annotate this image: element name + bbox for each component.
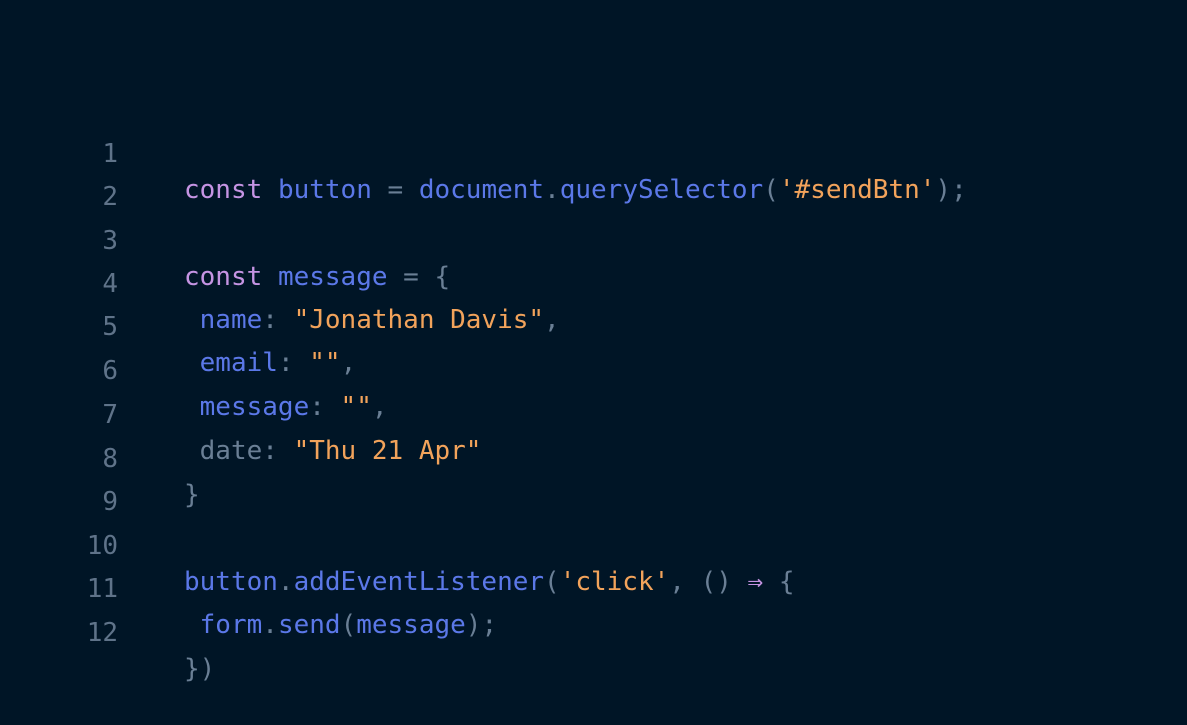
code-text[interactable]: } <box>184 477 200 513</box>
code-token: send <box>277 610 341 640</box>
code-token: ); <box>935 175 967 205</box>
code-text[interactable]: name: "Jonathan Davis", <box>184 302 560 338</box>
code-editor: 1 const button = document.querySelector(… <box>0 0 1187 725</box>
code-token: ); <box>465 610 498 640</box>
code-text[interactable]: form.send(message); <box>184 607 497 643</box>
code-token: "" <box>309 348 341 378</box>
code-text[interactable]: date: "Thu 21 Apr" <box>184 433 482 469</box>
code-token: date <box>199 436 263 466</box>
code-token: . <box>544 175 560 205</box>
code-text[interactable]: const message = { <box>184 259 450 295</box>
code-token: = <box>371 175 419 205</box>
code-text[interactable]: }) <box>184 651 215 687</box>
code-line: 10 button.addEventListener('click', () ⇒… <box>0 492 795 597</box>
code-line: 1 const button = document.querySelector(… <box>0 100 966 205</box>
code-token: . <box>277 567 294 597</box>
code-token: } <box>184 480 200 510</box>
code-token: email <box>199 348 278 378</box>
code-text[interactable]: message: "", <box>184 389 388 425</box>
code-token: "Jonathan Davis" <box>293 305 545 335</box>
code-token: message <box>199 392 310 422</box>
code-token: "" <box>340 392 372 422</box>
code-line: 12 }) <box>0 579 216 684</box>
code-token: addEventListener <box>293 567 545 597</box>
arrow-operator-token: ⇒ <box>747 567 764 597</box>
code-line: 6 message: "", <box>0 317 387 422</box>
code-token: document <box>418 175 545 205</box>
line-number: 12 <box>86 618 118 648</box>
code-line: 5 email: "", <box>0 273 356 378</box>
code-token: ( <box>544 567 560 597</box>
code-token: querySelector <box>559 175 764 205</box>
code-token: { <box>434 262 451 292</box>
code-token: : <box>262 436 294 466</box>
code-line: 3 const message = { <box>0 187 450 292</box>
code-text[interactable]: button.addEventListener('click', () ⇒ { <box>184 564 795 600</box>
code-line: 11 form.send(message); <box>0 535 497 640</box>
code-token: }) <box>184 654 216 684</box>
code-text[interactable]: const button = document.querySelector('#… <box>184 172 967 208</box>
code-token: : <box>262 305 294 335</box>
code-token: { <box>763 567 795 597</box>
code-token: , () <box>669 567 748 597</box>
code-token: button <box>184 567 278 597</box>
code-line: 7 date: "Thu 21 Apr" <box>0 361 481 466</box>
code-line: 8 } <box>0 405 199 510</box>
code-token: '#sendBtn' <box>778 175 936 205</box>
code-token: message <box>356 610 466 640</box>
code-token: : <box>309 392 341 422</box>
code-token: 'click' <box>559 567 670 597</box>
code-text[interactable]: email: "", <box>184 345 357 381</box>
code-line: 4 name: "Jonathan Davis", <box>0 230 559 335</box>
code-token: message <box>277 262 388 292</box>
code-token: "Thu 21 Apr" <box>293 436 482 466</box>
code-token: const <box>184 175 263 205</box>
code-token: . <box>262 610 278 640</box>
code-token: : <box>277 348 310 378</box>
code-token: ( <box>763 175 779 205</box>
code-token: , <box>371 392 388 422</box>
code-token: = <box>387 262 435 292</box>
code-token: const <box>184 262 263 292</box>
code-token: button <box>277 175 372 205</box>
code-token: , <box>544 305 560 335</box>
code-line: 9 <box>0 448 118 517</box>
code-token: form <box>199 610 263 640</box>
code-line: 2 <box>0 143 118 212</box>
code-token: ( <box>340 610 357 640</box>
code-token: , <box>340 348 357 378</box>
code-token: name <box>199 305 263 335</box>
